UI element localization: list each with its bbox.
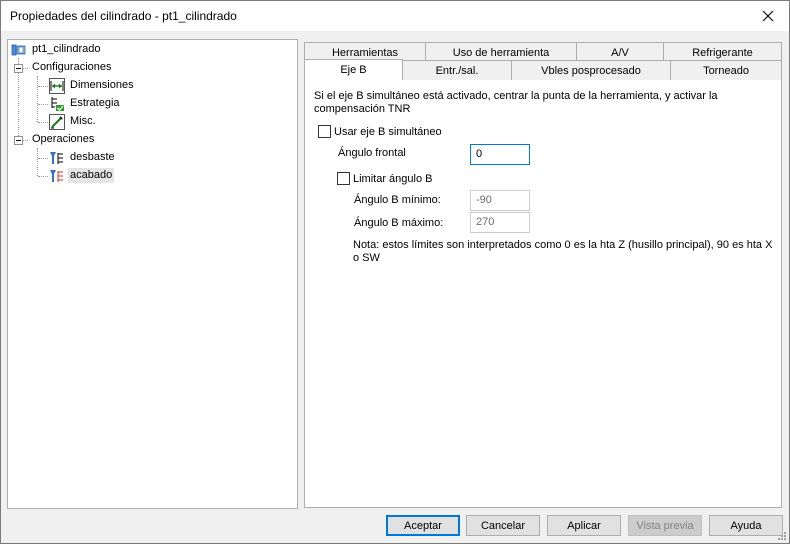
tab-panel-eje-b: Si el eje B simultáneo está activado, ce… [304, 77, 782, 508]
tab-vbles-posprocesado[interactable]: Vbles posprocesado [511, 60, 671, 80]
tree-label-estrategia: Estrategia [70, 97, 120, 109]
angulo-b-maximo-label: Ángulo B máximo: [354, 217, 444, 229]
tree-item-estrategia[interactable]: Estrategia [49, 95, 122, 112]
angulo-b-maximo-input[interactable]: 270 [470, 212, 530, 233]
tab-av[interactable]: A/V [576, 42, 664, 62]
tab-label-refrigerante: Refrigerante [692, 46, 753, 59]
tree-item-acabado[interactable]: acabado [49, 167, 115, 184]
tree-item-operaciones[interactable]: Operaciones [30, 131, 96, 148]
roughing-op-icon [49, 150, 65, 166]
expander-configuraciones[interactable] [14, 64, 23, 73]
aceptar-button[interactable]: Aceptar [386, 515, 460, 536]
tab-label-torneado: Torneado [703, 64, 749, 77]
tree-label-misc: Misc. [70, 115, 96, 127]
usar-eje-b-label: Usar eje B simultáneo [334, 126, 442, 138]
strategy-icon [49, 96, 65, 112]
nota-line1: Nota: estos límites son interpretados co… [353, 239, 773, 251]
aplicar-label: Aplicar [567, 519, 601, 532]
nota-line2: o SW [353, 252, 380, 264]
tab-torneado[interactable]: Torneado [670, 60, 782, 80]
close-button[interactable] [751, 2, 785, 30]
tab-label-eje-b: Eje B [340, 64, 367, 76]
tree-item-misc[interactable]: Misc. [49, 113, 98, 130]
tree-label-acabado: acabado [68, 168, 115, 183]
window-title: Propiedades del cilindrado - pt1_cilindr… [10, 9, 237, 23]
tree-label-operaciones: Operaciones [32, 133, 95, 145]
cancelar-label: Cancelar [480, 519, 526, 532]
usar-eje-b-checkbox[interactable] [318, 125, 331, 138]
ayuda-button[interactable]: Ayuda [709, 515, 783, 536]
part-icon [11, 42, 27, 58]
aceptar-label: Aceptar [404, 519, 442, 532]
tree-label-dimensiones: Dimensiones [70, 79, 134, 91]
ayuda-label: Ayuda [730, 519, 762, 532]
tab-uso-herramienta[interactable]: Uso de herramienta [425, 42, 577, 62]
tab-label-vbles-posprocesado: Vbles posprocesado [541, 64, 641, 77]
tree-item-dimensiones[interactable]: Dimensiones [49, 77, 136, 94]
misc-icon [49, 113, 65, 130]
tab-label-av: A/V [611, 46, 629, 59]
tree-label-desbaste: desbaste [70, 151, 115, 163]
cancelar-button[interactable]: Cancelar [466, 515, 540, 536]
tab-entr-sal[interactable]: Entr./sal. [402, 60, 512, 80]
tab-label-entr-sal: Entr./sal. [435, 64, 479, 77]
close-icon [762, 10, 774, 22]
title-bar: Propiedades del cilindrado - pt1_cilindr… [1, 1, 789, 31]
limitar-angulo-b-checkbox[interactable] [337, 172, 350, 185]
finishing-op-icon [49, 168, 65, 184]
tree-label-root: pt1_cilindrado [32, 43, 101, 55]
expander-operaciones[interactable] [14, 136, 23, 145]
tree-item-desbaste[interactable]: desbaste [49, 149, 117, 166]
dimensions-icon [49, 77, 65, 94]
vista-previa-label: Vista previa [636, 519, 694, 532]
tab-label-herramientas: Herramientas [331, 46, 399, 59]
aplicar-button[interactable]: Aplicar [547, 515, 621, 536]
operation-tree[interactable]: pt1_cilindrado Configuraciones Dimension… [7, 39, 298, 509]
angulo-b-minimo-input[interactable]: -90 [470, 190, 530, 211]
dialog-window: Propiedades del cilindrado - pt1_cilindr… [0, 0, 790, 544]
angulo-frontal-label: Ángulo frontal [338, 147, 406, 159]
resize-grip-icon[interactable] [776, 530, 786, 540]
tab-label-uso-herramienta: Uso de herramienta [452, 46, 550, 59]
tab-eje-b[interactable]: Eje B [304, 59, 403, 80]
description-line1: Si el eje B simultáneo está activado, ce… [314, 90, 718, 102]
tree-item-root[interactable]: pt1_cilindrado [11, 41, 103, 58]
tree-item-configuraciones[interactable]: Configuraciones [30, 59, 114, 76]
angulo-frontal-input[interactable]: 0 [470, 144, 530, 165]
description-line2: compensación TNR [314, 103, 411, 115]
tree-label-configuraciones: Configuraciones [32, 61, 112, 73]
vista-previa-button[interactable]: Vista previa [628, 515, 702, 536]
tab-refrigerante[interactable]: Refrigerante [663, 42, 782, 62]
angulo-b-minimo-label: Ángulo B mínimo: [354, 194, 441, 206]
limitar-angulo-b-label: Limitar ángulo B [353, 173, 433, 185]
